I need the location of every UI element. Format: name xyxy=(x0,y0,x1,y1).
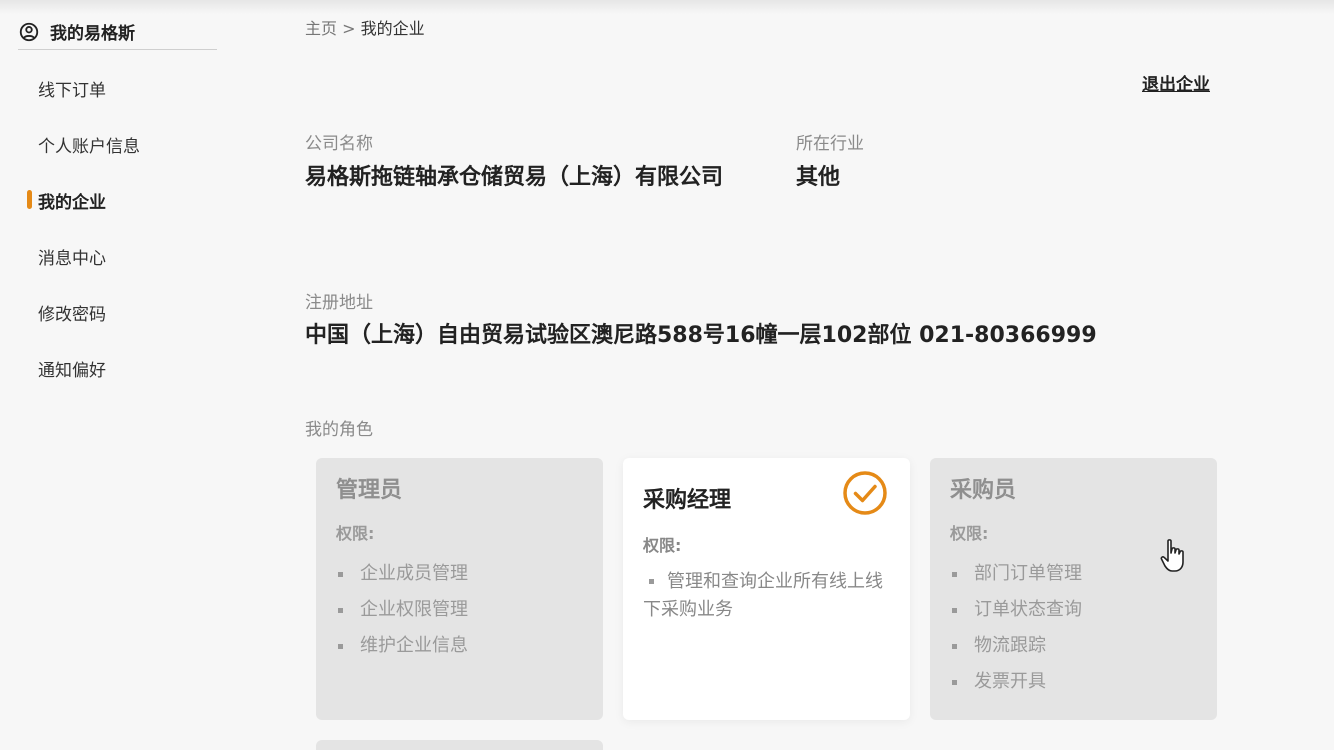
sidebar-item-label: 修改密码 xyxy=(38,304,106,325)
active-marker xyxy=(27,190,32,209)
sidebar-item-messages[interactable]: 消息中心 xyxy=(0,228,240,284)
sidebar-item-offline-orders[interactable]: 线下订单 xyxy=(0,60,240,116)
exit-company-link[interactable]: 退出企业 xyxy=(1142,70,1210,95)
sidebar-header[interactable]: 我的易格斯 xyxy=(18,14,217,50)
sidebar: 我的易格斯 线下订单 个人账户信息 我的企业 消息中心 修改密码 通知偏好 xyxy=(0,0,240,750)
role-card-admin[interactable]: 管理员 权限: 企业成员管理 企业权限管理 维护企业信息 xyxy=(316,458,603,720)
permissions-label: 权限: xyxy=(643,536,682,555)
sidebar-item-change-password[interactable]: 修改密码 xyxy=(0,284,240,340)
role-card-purchasing-manager[interactable]: 采购经理 权限: 管理和查询企业所有线上线下采购业务 xyxy=(623,458,910,720)
permissions-label: 权限: xyxy=(336,524,375,543)
permission-item: 订单状态查询 xyxy=(950,592,1197,628)
my-roles-label: 我的角色 xyxy=(305,420,373,440)
check-circle-icon xyxy=(843,471,887,515)
address-label: 注册地址 xyxy=(305,293,373,313)
user-circle-icon xyxy=(19,22,39,41)
permission-item: 企业权限管理 xyxy=(336,592,583,628)
industry-value: 其他 xyxy=(796,165,841,190)
company-name-label: 公司名称 xyxy=(305,134,373,154)
sidebar-item-label: 线下订单 xyxy=(38,80,106,101)
permission-item: 物流跟踪 xyxy=(950,628,1197,664)
permission-item: 企业成员管理 xyxy=(336,556,583,592)
sidebar-item-my-company[interactable]: 我的企业 xyxy=(0,172,240,228)
role-card-next xyxy=(316,740,603,750)
hand-pointer-icon xyxy=(1160,539,1184,572)
sidebar-item-label: 通知偏好 xyxy=(38,360,106,381)
sidebar-item-label: 消息中心 xyxy=(38,248,106,269)
address-value: 中国（上海）自由贸易试验区澳尼路588号16幢一层102部位 021-80366… xyxy=(305,323,1097,348)
role-title: 采购员 xyxy=(950,478,1017,503)
company-name: 易格斯拖链轴承仓储贸易（上海）有限公司 xyxy=(305,165,724,190)
sidebar-item-label: 我的企业 xyxy=(38,192,106,213)
permission-text: 管理和查询企业所有线上线下采购业务 xyxy=(643,571,883,620)
breadcrumb: 主页 > 我的企业 xyxy=(305,15,425,39)
permission-item: 发票开具 xyxy=(950,664,1197,700)
sidebar-item-label: 个人账户信息 xyxy=(38,136,140,157)
industry-label: 所在行业 xyxy=(796,134,864,154)
role-title: 管理员 xyxy=(336,478,403,503)
role-card-purchaser[interactable]: 采购员 权限: 部门订单管理 订单状态查询 物流跟踪 发票开具 xyxy=(930,458,1217,720)
bullet xyxy=(649,579,654,584)
sidebar-item-account-info[interactable]: 个人账户信息 xyxy=(0,116,240,172)
sidebar-menu: 线下订单 个人账户信息 我的企业 消息中心 修改密码 通知偏好 xyxy=(0,60,240,396)
sidebar-item-notification-prefs[interactable]: 通知偏好 xyxy=(0,340,240,396)
permission-list: 企业成员管理 企业权限管理 维护企业信息 xyxy=(336,556,583,664)
breadcrumb-home-link[interactable]: 主页 xyxy=(305,19,337,38)
sidebar-title: 我的易格斯 xyxy=(50,24,135,44)
permission-item: 维护企业信息 xyxy=(336,628,583,664)
breadcrumb-current: 我的企业 xyxy=(360,19,425,38)
permission-item: 管理和查询企业所有线上线下采购业务 xyxy=(643,568,890,624)
permission-list: 部门订单管理 订单状态查询 物流跟踪 发票开具 xyxy=(950,556,1197,700)
breadcrumb-separator: > xyxy=(342,19,356,38)
